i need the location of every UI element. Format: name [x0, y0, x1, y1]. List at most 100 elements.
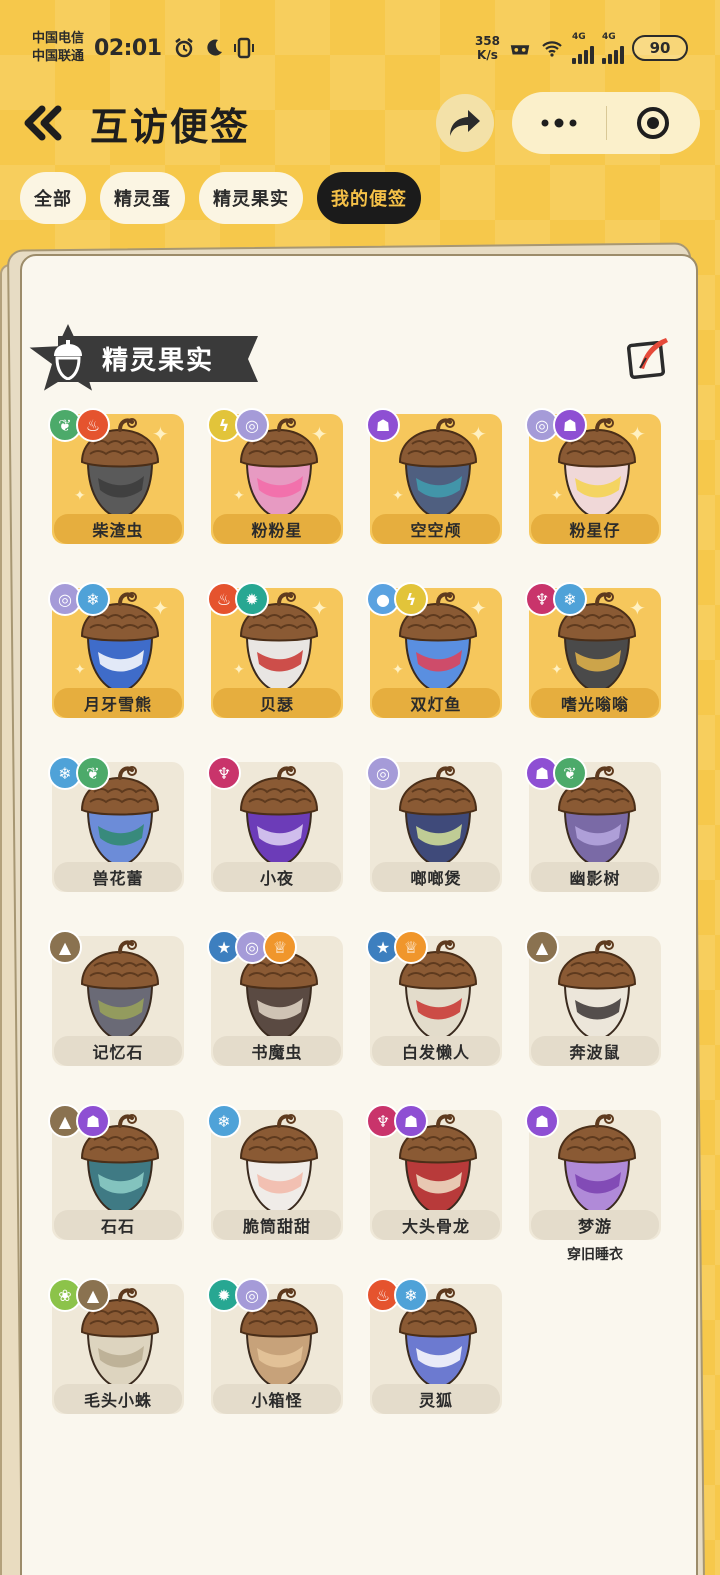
electric-type-icon: ϟ	[394, 582, 428, 616]
fruit-item[interactable]: ✦ ✦ 贝瑟 ♨ ✹	[207, 582, 343, 718]
fruit-name: 幽影树	[569, 869, 621, 888]
share-button[interactable]	[436, 94, 494, 152]
fruit-grid: ✦ ✦ 柴渣虫 ❦ ♨ ✦ ✦ 粉粉星 ϟ ◎ ✦ ✦ 空空颅 ☗ ✦ ✦ 粉星仔 ◎ ☗ ✦ ✦ 月牙雪熊 ◎ ❄ ✦ ✦ 贝瑟 ♨…	[48, 408, 661, 1414]
type-badges: ♨ ✹	[207, 582, 269, 616]
psychic-type-icon: ◎	[235, 408, 269, 442]
fruit-item[interactable]: ✦ ✦ 粉粉星 ϟ ◎	[207, 408, 343, 544]
network-speed: 358 K/s	[475, 34, 500, 62]
fruit-label-bar: 书魔虫	[213, 1036, 341, 1066]
acorn-icon	[54, 340, 82, 380]
type-badges: ❦ ♨	[48, 408, 110, 442]
fruit-label-bar: 空空颅	[372, 514, 500, 544]
fruit-item[interactable]: 灵狐 ♨ ❄	[366, 1278, 502, 1414]
acorn-fruit-icon	[398, 418, 478, 520]
acorn-fruit-icon	[80, 940, 160, 1042]
fruit-name: 粉粉星	[251, 521, 303, 540]
fruit-name: 啷啷煲	[410, 869, 462, 888]
status-left: 中国电信 中国联通 02:01	[32, 30, 256, 66]
signal-bars-1-icon	[572, 42, 594, 64]
ice-type-icon: ❄	[394, 1278, 428, 1312]
type-badges: ▲	[525, 930, 559, 964]
fruit-item[interactable]: 啷啷煲 ◎	[366, 756, 502, 892]
fruit-item[interactable]: 幽影树 ☗ ❦	[525, 756, 661, 892]
tab-all[interactable]: 全部	[20, 172, 86, 224]
fruit-label-bar: 嗜光嗡嗡	[531, 688, 659, 718]
carrier-2: 中国联通	[32, 49, 85, 64]
type-badges: ● ϟ	[366, 582, 428, 616]
signal-2: 4G	[602, 32, 624, 64]
fruit-name: 月牙雪熊	[83, 695, 152, 714]
fruit-item[interactable]: 毛头小蛛 ❀ ▲	[48, 1278, 184, 1414]
ghost-type-icon: ☗	[76, 1104, 110, 1138]
fruit-label-bar: 小箱怪	[213, 1384, 341, 1414]
fruit-label-bar: 幽影树	[531, 862, 659, 892]
type-badges: ♆ ☗	[366, 1104, 428, 1138]
carrier-1: 中国电信	[32, 31, 85, 46]
fruit-subtitle: 穿旧睡衣	[567, 1247, 623, 1263]
fruit-name: 毛头小蛛	[83, 1391, 152, 1410]
fruit-item[interactable]: 小夜 ♆	[207, 756, 343, 892]
fruit-item[interactable]: 脆筒甜甜 ❄	[207, 1104, 343, 1240]
ghost-type-icon: ☗	[394, 1104, 428, 1138]
back-button[interactable]	[20, 99, 68, 147]
close-mini-program-button[interactable]	[607, 92, 701, 154]
fruit-label-bar: 灵狐	[372, 1384, 500, 1414]
fruit-item[interactable]: 记忆石 ▲	[48, 930, 184, 1066]
tab-fruits[interactable]: 精灵果实	[199, 172, 303, 224]
notes-card: 精灵果实 ✦ ✦ 柴渣虫 ❦ ♨ ✦ ✦ 粉粉星 ϟ ◎ ✦ ✦ 空空颅 ☗ ✦ ✦ 粉星仔 ◎ ☗ ✦ ✦ 月牙雪熊 ◎ ❄…	[20, 254, 698, 1575]
signal-bars-2-icon	[602, 42, 624, 64]
fruit-name: 粉星仔	[569, 521, 621, 540]
type-badges: ❀ ▲	[48, 1278, 110, 1312]
status-bar: 中国电信 中国联通 02:01 358 K/s 4G 4G 90	[32, 26, 688, 70]
acorn-fruit-icon	[557, 1114, 637, 1216]
type-badges: ♨ ❄	[366, 1278, 428, 1312]
acorn-fruit-icon	[239, 766, 319, 868]
fruit-item[interactable]: ✦ ✦ 空空颅 ☗	[366, 408, 502, 544]
fruit-item[interactable]: ✦ ✦ 嗜光嗡嗡 ♆ ❄	[525, 582, 661, 718]
fruit-item[interactable]: 石石 ▲ ☗	[48, 1104, 184, 1240]
demon-type-icon: ♆	[207, 756, 241, 790]
ice-type-icon: ❄	[207, 1104, 241, 1138]
clock: 02:01	[94, 35, 162, 61]
fruit-item[interactable]: 奔波鼠 ▲	[525, 930, 661, 1066]
fruit-item[interactable]: ✦ ✦ 月牙雪熊 ◎ ❄	[48, 582, 184, 718]
status-icons	[172, 36, 256, 60]
fruit-label-bar: 贝瑟	[213, 688, 341, 718]
fruit-item[interactable]: ✦ ✦ 双灯鱼 ● ϟ	[366, 582, 502, 718]
tab-my-notes[interactable]: 我的便签	[317, 172, 421, 224]
ghost-type-icon: ☗	[366, 408, 400, 442]
type-badges: ◎	[366, 756, 400, 790]
status-right: 358 K/s 4G 4G 90	[475, 32, 688, 64]
type-badges: ❄ ❦	[48, 756, 110, 790]
fruit-item[interactable]: 小箱怪 ✹ ◎	[207, 1278, 343, 1414]
fruit-label-bar: 啷啷煲	[372, 862, 500, 892]
fruit-name: 梦游	[577, 1217, 612, 1236]
fruit-item[interactable]: 梦游 ☗ 穿旧睡衣	[525, 1104, 661, 1263]
type-badges: ▲ ☗	[48, 1104, 110, 1138]
fruit-item[interactable]: ✦ ✦ 粉星仔 ◎ ☗	[525, 408, 661, 544]
rock-type-icon: ▲	[76, 1278, 110, 1312]
fruit-item[interactable]: 大头骨龙 ♆ ☗	[366, 1104, 502, 1240]
ghost-type-icon: ☗	[525, 1104, 559, 1138]
type-badges: ★ ◎ ♕	[207, 930, 297, 964]
more-options-button[interactable]	[512, 92, 606, 154]
tab-eggs[interactable]: 精灵蛋	[100, 172, 185, 224]
fruit-name: 小夜	[259, 869, 294, 888]
fruit-item[interactable]: ✦ ✦ 柴渣虫 ❦ ♨	[48, 408, 184, 544]
fruit-label-bar: 柴渣虫	[54, 514, 182, 544]
more-dots-icon	[541, 118, 577, 128]
fruit-item[interactable]: 书魔虫 ★ ◎ ♕	[207, 930, 343, 1066]
fruit-label-bar: 毛头小蛛	[54, 1384, 182, 1414]
fruit-name: 脆筒甜甜	[242, 1217, 311, 1236]
game-icon	[508, 36, 532, 60]
fruit-label-bar: 石石	[54, 1210, 182, 1240]
type-badges: ✹ ◎	[207, 1278, 269, 1312]
battery-indicator: 90	[632, 35, 688, 61]
fruit-label-bar: 记忆石	[54, 1036, 182, 1066]
fruit-item[interactable]: 兽花蕾 ❄ ❦	[48, 756, 184, 892]
fruit-label-bar: 奔波鼠	[531, 1036, 659, 1066]
edit-button[interactable]	[626, 334, 672, 380]
section-title: 精灵果实	[102, 346, 215, 376]
fruit-name: 兽花蕾	[92, 869, 144, 888]
fruit-item[interactable]: 白发懒人 ★ ♕	[366, 930, 502, 1066]
